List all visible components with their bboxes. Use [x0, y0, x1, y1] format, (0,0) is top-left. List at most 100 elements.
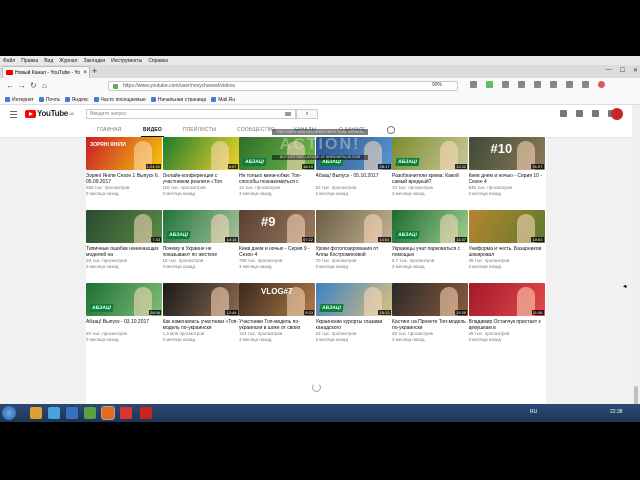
video-title[interactable]: Почему в Украине не показывают по жестко… [163, 246, 239, 258]
video-title[interactable]: Киев днем и ночью - Серия 9 - Сезон 4 [239, 246, 315, 258]
app-icon[interactable] [84, 407, 96, 419]
firefox-icon[interactable] [101, 406, 115, 420]
menu-view[interactable]: Вид [41, 58, 56, 64]
upload-icon[interactable] [560, 110, 567, 117]
video-card[interactable]: 10:53 Униформа и честь. Базарников шокиро… [468, 210, 545, 269]
scrollbar-thumb[interactable] [634, 386, 638, 406]
keyboard-icon[interactable] [285, 112, 291, 116]
video-title[interactable]: Как изменились участники «Топ-модель по-… [163, 319, 239, 331]
video-card[interactable]: VLOG#7 5:33 Участники Топ-модель по-украин… [239, 283, 315, 342]
video-thumbnail[interactable]: 12:44 [162, 283, 239, 316]
app-icon[interactable] [120, 407, 132, 419]
video-thumbnail[interactable]: VLOG#7 5:33 [239, 283, 315, 316]
menu-file[interactable]: Файл [0, 58, 18, 64]
video-thumbnail[interactable]: 11:08 [468, 283, 545, 316]
youtube-logo[interactable]: YouTube UA [25, 109, 74, 118]
tab-videos[interactable]: ВИДЕО [141, 127, 164, 137]
bookmark-item[interactable]: Интернет [5, 97, 34, 103]
video-thumbnail[interactable]: АБЗАЦ! 12:11 [392, 137, 468, 170]
library-icon[interactable] [518, 81, 525, 88]
video-card[interactable]: АБЗАЦ! 28:06 Абзац! Выпуск - 03.10.2017 20 … [86, 283, 162, 342]
language-indicator[interactable]: RU [530, 409, 537, 415]
video-card[interactable]: #9 57:22 Киев днем и ночью - Серия 9 - Сез… [239, 210, 315, 269]
download-icon[interactable] [502, 81, 509, 88]
bookmark-item[interactable]: Яндекс [64, 97, 89, 103]
search-input[interactable]: Введите запрос [86, 109, 296, 119]
tab-community[interactable]: СООБЩЕСТВО [237, 127, 275, 133]
browser-tab[interactable]: Новый Канал - YouTube - Yo × [2, 66, 90, 78]
video-title[interactable]: Абзац! Выпуск - 03.10.2017 [86, 319, 162, 331]
video-title[interactable]: Онлайн-конференция с участником реалити … [163, 173, 239, 185]
avatar[interactable] [611, 108, 623, 120]
bookmark-item[interactable]: Начальная страница [150, 97, 206, 103]
video-thumbnail[interactable]: #9 57:22 [239, 210, 315, 243]
video-card[interactable]: 12:44 Как изменились участники «Топ-модел… [162, 283, 239, 342]
video-thumbnail[interactable]: 5:07 [162, 137, 239, 170]
explorer-icon[interactable] [30, 407, 42, 419]
video-card[interactable]: 5:07 Онлайн-конференция с участником реал… [162, 137, 239, 196]
video-title[interactable]: Кастинг на Проекте Топ-модель по-украинс… [392, 319, 468, 331]
address-bar[interactable]: https://www.youtube.com/user/novychannel… [108, 81, 458, 91]
video-thumbnail[interactable]: 14:51 [315, 210, 392, 243]
video-thumbnail[interactable]: 7:33 [86, 210, 162, 243]
video-thumbnail[interactable]: 13:39 [392, 283, 468, 316]
close-window-icon[interactable]: ✕ [633, 67, 638, 74]
video-card[interactable]: АБЗАЦ! 14:18 Почему в Украине не показываю… [162, 210, 239, 269]
video-title[interactable]: Владимир Остапчук пристает к девушкам в [469, 319, 545, 331]
addon-icon[interactable] [550, 81, 557, 88]
video-title[interactable]: Киев днем и ночью - Серия 10 - Сезон 4 [469, 173, 545, 185]
clock[interactable]: 22:38 [610, 409, 623, 415]
menu-history[interactable]: Журнал [56, 58, 80, 64]
video-title[interactable]: Уроки фотопозирования от Аллы Костромино… [316, 246, 392, 258]
video-thumbnail[interactable]: ЗОРЯНІ ЯНІЛИ 1:24:31 [86, 137, 162, 170]
extension-icon[interactable] [486, 81, 493, 88]
hamburger-menu-icon[interactable] [10, 111, 17, 118]
video-title[interactable]: Униформа и честь. Базарников шокировал [469, 246, 545, 258]
minimize-icon[interactable]: — [606, 67, 612, 74]
reader-icon[interactable] [470, 81, 477, 88]
video-card[interactable]: 7:33 Типичные ошибки начинающих моделей н… [86, 210, 162, 269]
scrollbar[interactable] [632, 105, 640, 422]
media-icon[interactable] [48, 407, 60, 419]
video-thumbnail[interactable]: АБЗАЦ! 16:13 [315, 283, 392, 316]
video-title[interactable]: Разоблачители крема: Какой самый вредный… [392, 173, 468, 185]
channel-search-icon[interactable] [387, 126, 395, 134]
video-card[interactable]: 14:51 Уроки фотопозирования от Аллы Костр… [315, 210, 392, 269]
bookmark-item[interactable]: Почта [38, 97, 60, 103]
menu-bookmarks[interactable]: Закладки [80, 58, 108, 64]
video-title[interactable]: Зоряні Яніли Сезон 1 Выпуск 6. 05.09.201… [86, 173, 162, 185]
sync-icon[interactable] [534, 81, 541, 88]
video-card[interactable]: 11:08 Владимир Остапчук пристает к девушк… [468, 283, 545, 342]
video-card[interactable]: ЗОРЯНІ ЯНІЛИ 1:24:31 Зоряні Яніли Сезон 1 … [86, 137, 162, 196]
maximize-icon[interactable]: ☐ [620, 67, 625, 74]
video-title[interactable]: Украинцы учат парковаться с помощью [392, 246, 468, 258]
video-title[interactable]: Участники Топ-модель по-украински в шоке… [239, 319, 315, 331]
video-card[interactable]: #10 51:07 Киев днем и ночью - Серия 10 - С… [468, 137, 545, 196]
video-thumbnail[interactable]: 10:53 [468, 210, 545, 243]
start-button[interactable] [2, 406, 16, 420]
messages-icon[interactable] [592, 110, 599, 117]
forward-icon[interactable]: → [18, 82, 26, 90]
video-thumbnail[interactable]: АБЗАЦ! 14:18 [162, 210, 239, 243]
profile-icon[interactable] [598, 81, 605, 88]
search-button[interactable]: ⌕ [296, 109, 318, 119]
video-card[interactable]: АБЗАЦ! 12:11 Разоблачители крема: Какой са… [392, 137, 468, 196]
video-card[interactable]: АБЗАЦ! 11:37 Украинцы учат парковаться с п… [392, 210, 468, 269]
app-icon[interactable] [66, 407, 78, 419]
menu-icon[interactable] [582, 81, 589, 88]
video-card[interactable]: 13:39 Кастинг на Проекте Топ-модель по-ук… [392, 283, 468, 342]
menu-help[interactable]: Справка [145, 58, 171, 64]
close-tab-icon[interactable]: × [83, 70, 89, 76]
video-thumbnail[interactable]: АБЗАЦ! 11:37 [392, 210, 468, 243]
reload-icon[interactable]: ↻ [30, 82, 37, 90]
new-tab-icon[interactable]: + [92, 67, 97, 76]
apps-icon[interactable] [576, 110, 583, 117]
screenshot-icon[interactable] [566, 81, 573, 88]
zoom-level[interactable]: 90% [432, 82, 442, 88]
video-thumbnail[interactable]: #10 51:07 [468, 137, 545, 170]
recorder-icon[interactable] [140, 407, 152, 419]
menu-tools[interactable]: Инструменты [108, 58, 145, 64]
tab-playlists[interactable]: ПЛЕЙЛИСТЫ [183, 127, 216, 133]
video-title[interactable]: Украинские курорты глазами канадского [316, 319, 392, 331]
video-card[interactable]: АБЗАЦ! 16:13 Украинские курорты глазами ка… [315, 283, 392, 342]
